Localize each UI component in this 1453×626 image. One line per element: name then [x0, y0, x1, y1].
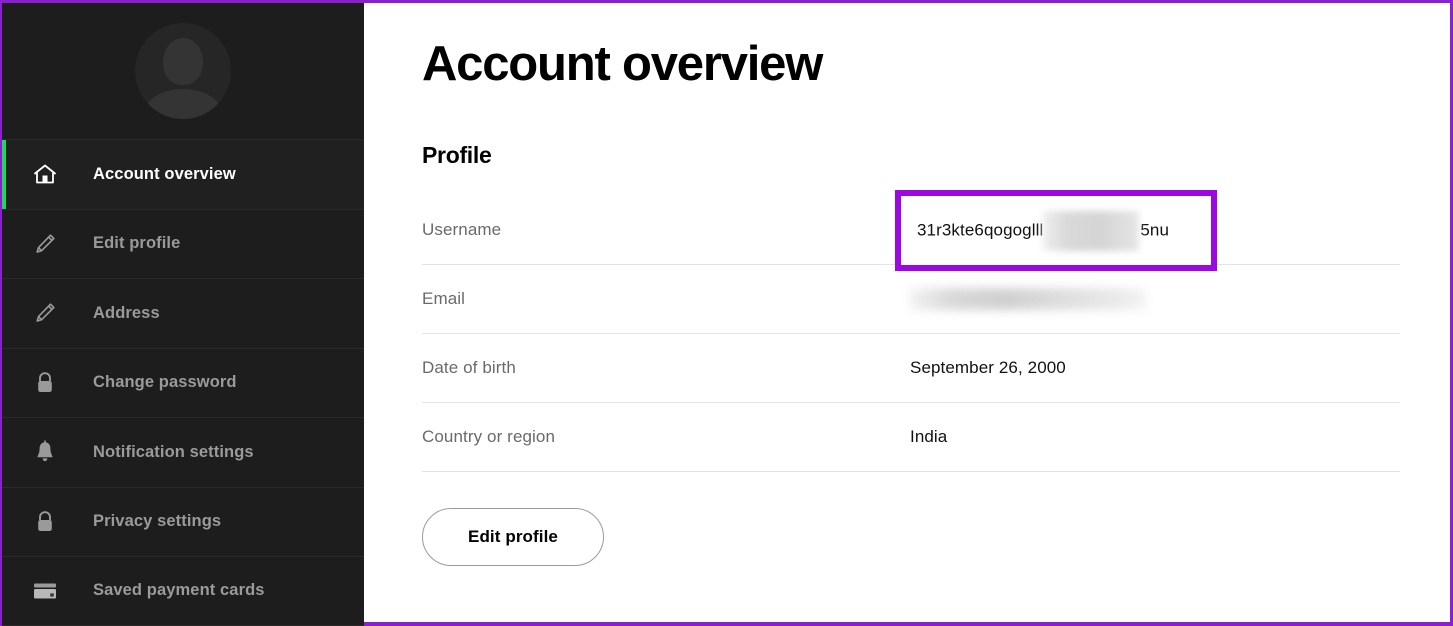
sidebar-item-label: Notification settings	[93, 442, 254, 461]
pencil-icon	[30, 298, 60, 328]
sidebar-item-account-overview[interactable]: Account overview	[2, 139, 364, 209]
sidebar-item-change-password[interactable]: Change password	[2, 347, 364, 417]
username-highlight-annotation: 31r3kte6qogoglll 5nu	[895, 190, 1217, 272]
field-row-email: Email	[422, 265, 1400, 335]
sidebar-item-saved-payment-cards[interactable]: Saved payment cards	[2, 556, 364, 626]
field-row-date-of-birth: Date of birth September 26, 2000	[422, 334, 1400, 404]
field-value-date-of-birth: September 26, 2000	[910, 358, 1066, 378]
sidebar-item-label: Privacy settings	[93, 512, 222, 531]
bell-icon	[30, 437, 60, 467]
home-icon	[30, 159, 60, 189]
redacted-username-segment	[1043, 210, 1140, 251]
sidebar-item-label: Edit profile	[93, 234, 181, 253]
section-title-profile: Profile	[422, 142, 492, 169]
sidebar-item-address[interactable]: Address	[2, 278, 364, 348]
field-row-username: Username 31r3kte6qogoglll 5nu	[422, 190, 1400, 272]
sidebar-item-label: Address	[93, 303, 160, 322]
sidebar-item-edit-profile[interactable]: Edit profile	[2, 208, 364, 278]
field-value-email	[910, 288, 1146, 311]
username-suffix: 5nu	[1140, 220, 1170, 240]
field-label: Email	[422, 289, 466, 309]
field-label: Username	[422, 220, 502, 240]
field-value-username: 31r3kte6qogoglll 5nu	[917, 210, 1170, 251]
sidebar-item-label: Saved payment cards	[93, 581, 265, 600]
redacted-email-value	[910, 288, 1146, 311]
sidebar-item-privacy-settings[interactable]: Privacy settings	[2, 486, 364, 556]
avatar-area	[2, 3, 364, 139]
avatar-head-shape	[163, 38, 203, 85]
edit-profile-button[interactable]: Edit profile	[422, 508, 604, 567]
sidebar-item-label: Change password	[93, 373, 237, 392]
sidebar: Account overview Edit profile Address Ch…	[2, 3, 364, 626]
lock-icon	[30, 368, 60, 398]
account-overview-page: Account overview Edit profile Address Ch…	[0, 0, 1453, 626]
username-prefix: 31r3kte6qogoglll	[917, 220, 1044, 240]
sidebar-item-notification-settings[interactable]: Notification settings	[2, 417, 364, 487]
field-label: Date of birth	[422, 358, 516, 378]
field-row-country-or-region: Country or region India	[422, 403, 1400, 473]
sidebar-item-label: Account overview	[93, 164, 236, 183]
lock-icon	[30, 507, 60, 537]
pencil-icon	[30, 229, 60, 259]
sidebar-nav: Account overview Edit profile Address Ch…	[2, 139, 364, 626]
main-content: Account overview Profile Username 31r3kt…	[364, 3, 1450, 622]
page-title: Account overview	[422, 37, 823, 91]
credit-card-icon	[30, 576, 60, 606]
profile-fields-table: Username 31r3kte6qogoglll 5nu Email Date …	[422, 190, 1400, 473]
avatar[interactable]	[135, 23, 231, 119]
field-label: Country or region	[422, 427, 556, 447]
field-value-country-or-region: India	[910, 427, 948, 447]
avatar-body-shape	[145, 89, 221, 119]
